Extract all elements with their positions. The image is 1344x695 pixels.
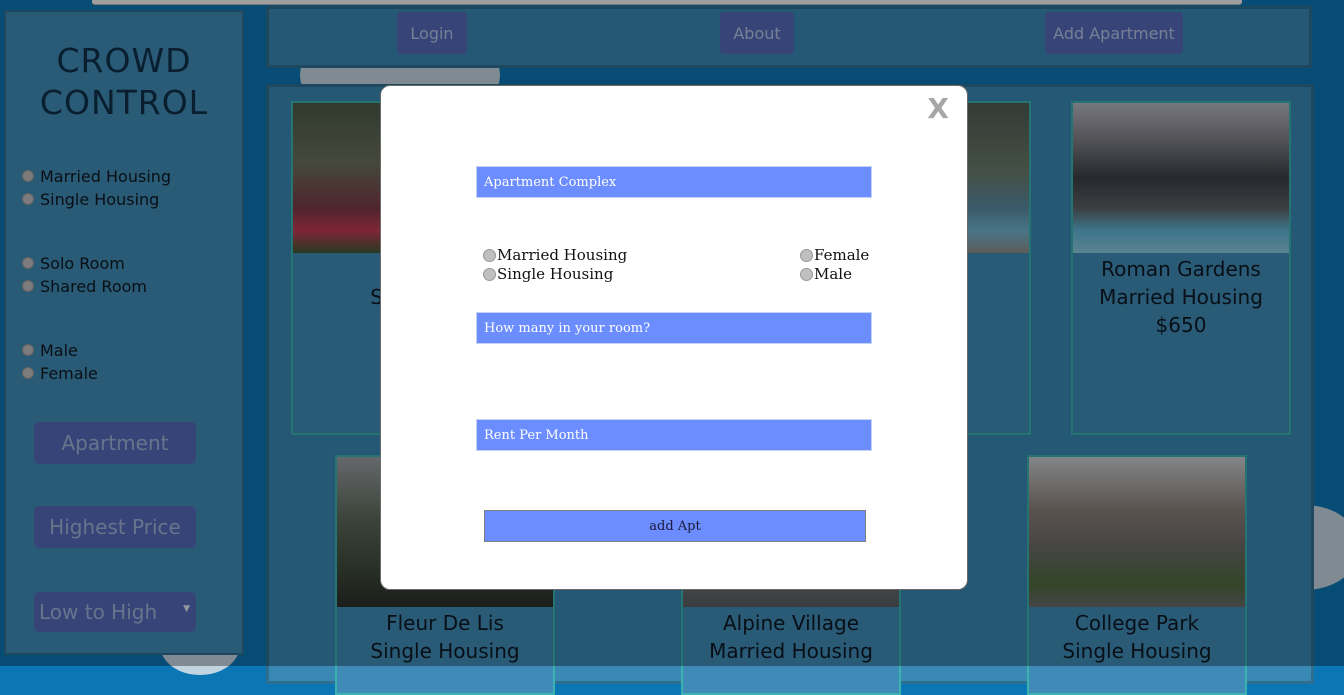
add-apartment-modal: X Apartment Complex Married Housing Sing… — [380, 85, 968, 590]
modal-male[interactable]: Male — [800, 265, 852, 283]
radio-label: Single Housing — [497, 265, 614, 283]
room-count-input[interactable]: How many in your room? — [476, 312, 872, 344]
add-apt-button[interactable]: add Apt — [484, 510, 866, 542]
radio-label: Female — [814, 246, 870, 264]
rent-input[interactable]: Rent Per Month — [476, 419, 872, 451]
radio-label: Married Housing — [497, 246, 628, 264]
radio-icon[interactable] — [800, 267, 813, 281]
modal-female[interactable]: Female — [800, 246, 869, 264]
apartment-complex-input[interactable]: Apartment Complex — [476, 166, 872, 198]
modal-single-housing[interactable]: Single Housing — [483, 265, 613, 283]
modal-married-housing[interactable]: Married Housing — [483, 246, 627, 264]
radio-icon[interactable] — [800, 248, 813, 262]
radio-icon[interactable] — [483, 267, 496, 281]
radio-icon[interactable] — [483, 248, 496, 262]
radio-label: Male — [814, 265, 852, 283]
close-icon[interactable]: X — [927, 92, 949, 125]
